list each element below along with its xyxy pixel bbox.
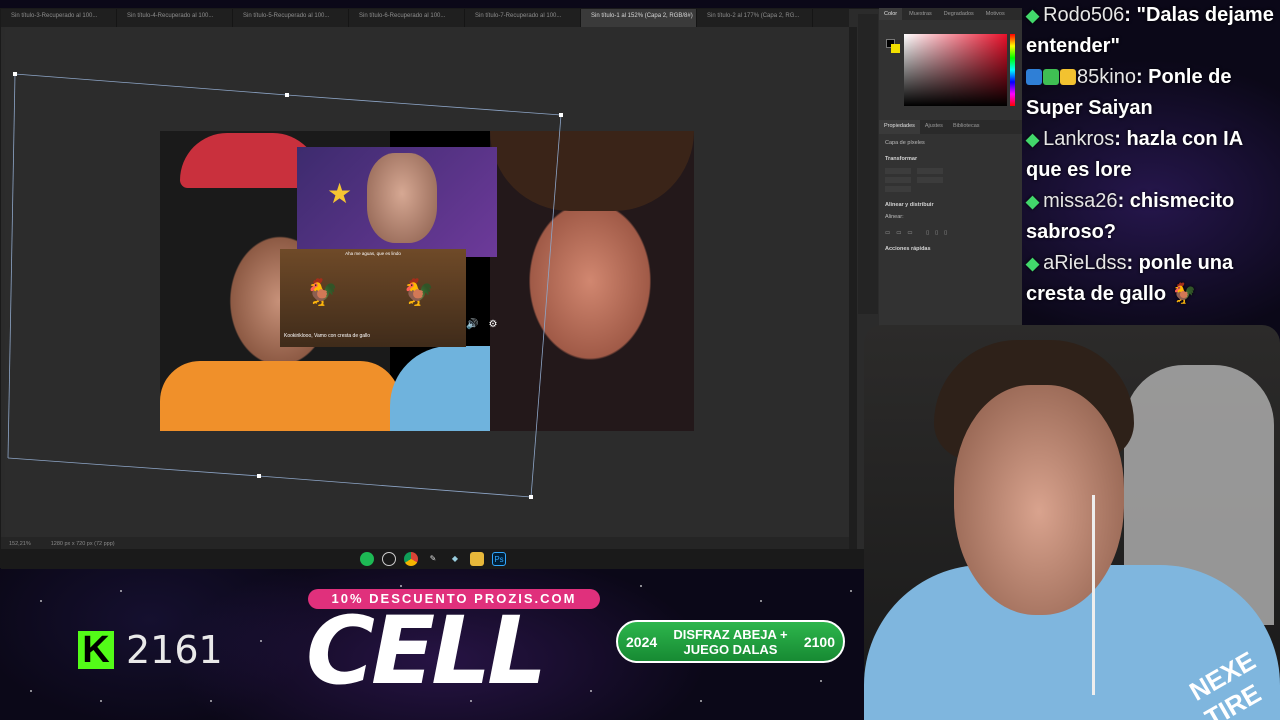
star-dot <box>210 700 212 702</box>
rooster-clip: Aha me aguas, que es lindo 🐓 🐓 Kookirikl… <box>280 249 466 347</box>
color-panel-tabs: Color Muestras Degradados Motivos <box>879 8 1022 20</box>
streamer-face <box>954 385 1124 615</box>
taskbar: ✎ ◆ Ps <box>1 549 865 569</box>
document-tab[interactable]: Sin título-6-Recuperado al 100... <box>349 9 465 27</box>
app-icon[interactable]: ◆ <box>448 552 462 566</box>
color-properties-panel: Color Muestras Degradados Motivos Propiedad… <box>879 8 1022 326</box>
spotify-icon[interactable] <box>360 552 374 566</box>
transform-fields-wh[interactable] <box>885 168 1016 174</box>
color-field[interactable] <box>904 34 1007 106</box>
hue-slider[interactable] <box>1010 34 1015 106</box>
chat-username[interactable]: aRieLdss <box>1043 252 1126 274</box>
video-controls: 🔊 ⚙ <box>466 319 497 330</box>
chat-overlay: ◆ Rodo506: "Dalas dejame entender" 85kino:… <box>1026 0 1280 325</box>
middle-webcam-image: ★ <box>297 147 497 257</box>
chat-message: ◆ missa26: chismecito sabroso? <box>1026 186 1280 248</box>
kick-diamond-icon: ◆ <box>1026 130 1040 149</box>
star-dot <box>760 600 762 602</box>
clock-icon[interactable] <box>382 552 396 566</box>
cell-logo: CELL <box>306 597 547 706</box>
zoom-level[interactable]: 152,21% <box>9 541 31 547</box>
thumbnail-layer[interactable]: ★ Aha me aguas, que es lindo 🐓 🐓 Kookiri… <box>160 131 694 431</box>
chat-username[interactable]: missa26 <box>1043 190 1117 212</box>
settings-icon[interactable]: ⚙ <box>488 319 497 330</box>
goal-label-line2: JUEGO DALAS <box>683 641 778 657</box>
star-dot <box>400 585 402 587</box>
goal-start: 2024 <box>626 633 658 650</box>
properties-body: Capa de píxeles Transformar Alinear y di… <box>879 134 1022 264</box>
volume-icon[interactable]: 🔊 <box>466 319 478 330</box>
goal-end: 2100 <box>803 633 835 650</box>
clip-subtitle-top: Aha me aguas, que es lindo <box>345 251 401 256</box>
kick-count: 2161 <box>126 628 223 672</box>
star-dot <box>100 700 102 702</box>
chat-message: 85kino: Ponle de Super Saiyan <box>1026 62 1280 124</box>
goal-label: DISFRAZ ABEJA + JUEGO DALAS <box>673 627 787 657</box>
vertical-scrollbar[interactable] <box>849 27 857 549</box>
color-panel-tab[interactable]: Color <box>879 8 903 20</box>
document-tab[interactable]: Sin título-7-Recuperado al 100... <box>465 9 581 27</box>
orange-shirt <box>160 361 400 431</box>
layer-type: Capa de píxeles <box>885 140 925 146</box>
color-panel-tab[interactable]: Motivos <box>981 8 1010 20</box>
streamer-webcam: NEXE TIRE <box>864 325 1280 720</box>
star-dot <box>700 700 702 702</box>
document-tab[interactable]: Sin título-4-Recuperado al 100... <box>117 9 233 27</box>
properties-tab[interactable]: Propiedades <box>879 120 920 134</box>
transform-fields-xy[interactable] <box>885 177 1016 183</box>
rooster-left-icon: 🐓 <box>306 277 339 307</box>
document-tab[interactable]: Sin título-3-Recuperado al 100... <box>1 9 117 27</box>
document-tab[interactable]: Sin título-5-Recuperado al 100... <box>233 9 349 27</box>
transform-header[interactable]: Transformar <box>885 156 1016 162</box>
star-dot <box>120 590 122 592</box>
chat-username[interactable]: Rodo506 <box>1043 4 1124 26</box>
chat-username[interactable]: 85kino <box>1077 66 1136 88</box>
rooster-right-icon: 🐓 <box>402 277 435 307</box>
chat-message: ◆ Lankros: hazla con IA que es lore <box>1026 124 1280 186</box>
align-icons[interactable]: ▭▭▭ ▯▯▯ <box>885 230 1016 236</box>
middle-face <box>367 153 437 243</box>
chat-badge-icon <box>1043 69 1059 85</box>
document-tab[interactable]: Sin título-1 al 152% (Capa 2, RGB/8#) <box>581 9 697 27</box>
transform-fields-angle[interactable] <box>885 186 1016 192</box>
kick-diamond-icon: ◆ <box>1026 254 1040 273</box>
background-swatch[interactable] <box>891 44 900 53</box>
kick-logo-icon: K <box>78 631 114 669</box>
document-tab[interactable]: Sin título-2 al 177% (Capa 2, RG... <box>697 9 813 27</box>
goal-label-line1: DISFRAZ ABEJA + <box>673 626 788 642</box>
chrome-icon[interactable] <box>404 552 418 566</box>
chat-message: ◆ aRieLdss: ponle una cresta de gallo 🐓 <box>1026 248 1280 310</box>
chat-message: ◆ Rodo506: "Dalas dejame entender" <box>1026 0 1280 62</box>
chat-badge-icon <box>1060 69 1076 85</box>
toolbar-column[interactable] <box>858 14 878 314</box>
photoshop-icon[interactable]: Ps <box>492 552 506 566</box>
star-dot <box>640 585 642 587</box>
star-dot <box>30 690 32 692</box>
star-icon: ★ <box>327 178 353 209</box>
quick-actions-header[interactable]: Acciones rápidas <box>885 246 1016 252</box>
chat-username[interactable]: Lankros <box>1043 128 1114 150</box>
properties-tabs: Propiedades Ajustes Bibliotecas <box>879 120 1022 134</box>
star-dot <box>850 590 852 592</box>
earphone-cable <box>1092 495 1095 695</box>
chat-badge-icon <box>1026 69 1042 85</box>
kick-diamond-icon: ◆ <box>1026 192 1040 211</box>
edit-icon[interactable]: ✎ <box>426 552 440 566</box>
kick-follower-counter: K 2161 <box>78 628 223 672</box>
folder-icon[interactable] <box>470 552 484 566</box>
align-label: Alinear: <box>885 214 904 220</box>
document-tabs: Sin título-3-Recuperado al 100... Sin tít… <box>1 9 849 27</box>
star-dot <box>260 640 262 642</box>
color-panel-tab[interactable]: Degradados <box>939 8 979 20</box>
align-header[interactable]: Alinear y distribuir <box>885 202 1016 208</box>
donation-goal: 2024 DISFRAZ ABEJA + JUEGO DALAS 2100 <box>616 620 845 663</box>
color-panel-tab[interactable]: Muestras <box>904 8 937 20</box>
star-dot <box>40 600 42 602</box>
properties-tab[interactable]: Ajustes <box>920 120 948 134</box>
clip-subtitle-bottom: Kookiriklooo, Vamo con cresta de gallo <box>284 333 371 339</box>
properties-tab[interactable]: Bibliotecas <box>948 120 985 134</box>
kick-diamond-icon: ◆ <box>1026 6 1040 25</box>
document-info: 1280 px x 720 px (72 ppp) <box>50 541 115 547</box>
star-dot <box>820 680 822 682</box>
